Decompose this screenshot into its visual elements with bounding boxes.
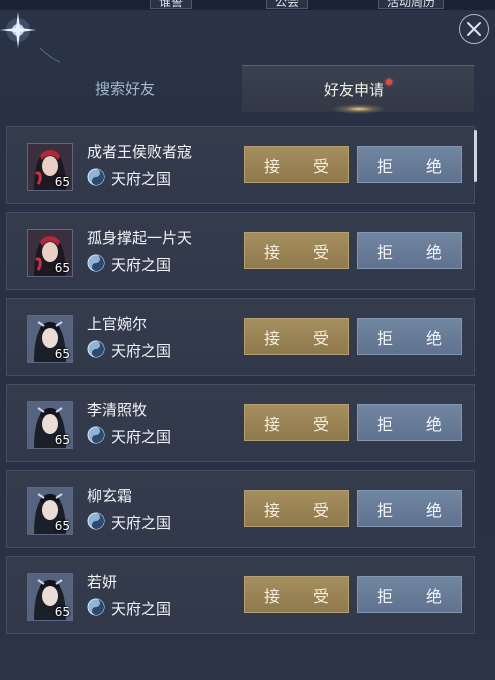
reject-button[interactable]: 拒 绝: [357, 232, 462, 269]
reject-button[interactable]: 拒 绝: [357, 576, 462, 613]
player-name: 孤身撑起一片天: [87, 229, 193, 247]
server-taiji-icon: [87, 168, 105, 186]
list-item: 65 柳玄霜 天府之国 接 受 拒 绝: [6, 470, 475, 548]
server-name: 天府之国: [111, 428, 172, 446]
bottom-area: [0, 640, 495, 680]
close-icon: [467, 22, 481, 36]
level-badge: 65: [54, 175, 70, 189]
level-badge: 65: [54, 261, 70, 275]
level-badge: 65: [54, 605, 70, 619]
close-button[interactable]: [459, 14, 489, 44]
request-list[interactable]: 65 成者王侯败者寇 天府之国 接 受 拒 绝 65 孤身撑起一片天 天府之国: [6, 126, 475, 636]
avatar[interactable]: 65: [27, 573, 73, 621]
accept-button[interactable]: 接 受: [244, 404, 349, 441]
accept-button[interactable]: 接 受: [244, 146, 349, 183]
list-item: 65 李清照牧 天府之国 接 受 拒 绝: [6, 384, 475, 462]
player-name: 上官婉尔: [87, 315, 148, 333]
player-name: 李清照牧: [87, 401, 148, 419]
avatar[interactable]: 65: [27, 315, 73, 363]
player-name: 若妍: [87, 573, 118, 591]
avatar[interactable]: 65: [27, 143, 73, 191]
reject-button[interactable]: 拒 绝: [357, 404, 462, 441]
level-badge: 65: [54, 347, 70, 361]
server-name: 天府之国: [111, 514, 172, 532]
server-taiji-icon: [87, 254, 105, 272]
list-item: 65 成者王侯败者寇 天府之国 接 受 拒 绝: [6, 126, 475, 204]
avatar[interactable]: 65: [27, 401, 73, 449]
top-tab-1[interactable]: 谁誓: [150, 0, 193, 9]
server-name: 天府之国: [111, 256, 172, 274]
server-name: 天府之国: [111, 170, 172, 188]
player-name: 柳玄霜: [87, 487, 133, 505]
avatar[interactable]: 65: [27, 487, 73, 535]
level-badge: 65: [54, 519, 70, 533]
accept-button[interactable]: 接 受: [244, 318, 349, 355]
active-tab-glow: [331, 104, 387, 114]
reject-button[interactable]: 拒 绝: [357, 490, 462, 527]
server-name: 天府之国: [111, 342, 172, 360]
server-taiji-icon: [87, 598, 105, 616]
list-item: 65 孤身撑起一片天 天府之国 接 受 拒 绝: [6, 212, 475, 290]
server-taiji-icon: [87, 340, 105, 358]
server-taiji-icon: [87, 512, 105, 530]
server-taiji-icon: [87, 426, 105, 444]
level-badge: 65: [54, 433, 70, 447]
top-tab-2[interactable]: 公会: [266, 0, 309, 9]
tab-apply-label: 好友申请: [323, 80, 384, 99]
accept-button[interactable]: 接 受: [244, 576, 349, 613]
sparkle-decoration-icon: [0, 12, 61, 63]
server-name: 天府之国: [111, 600, 172, 618]
tab-search-label: 搜索好友: [94, 79, 155, 98]
notification-dot: [386, 79, 392, 85]
tab-search-friends[interactable]: 搜索好友: [10, 65, 240, 111]
reject-button[interactable]: 拒 绝: [357, 146, 462, 183]
list-item: 65 上官婉尔 天府之国 接 受 拒 绝: [6, 298, 475, 376]
reject-button[interactable]: 拒 绝: [357, 318, 462, 355]
avatar[interactable]: 65: [27, 229, 73, 277]
list-scrollbar[interactable]: [474, 130, 477, 182]
accept-button[interactable]: 接 受: [244, 232, 349, 269]
player-name: 成者王侯败者寇: [87, 143, 193, 161]
top-tab-3[interactable]: 活动周历: [378, 0, 445, 9]
list-item: 65 若妍 天府之国 接 受 拒 绝: [6, 556, 475, 634]
tab-bar: 搜索好友 好友申请: [10, 65, 475, 112]
accept-button[interactable]: 接 受: [244, 490, 349, 527]
